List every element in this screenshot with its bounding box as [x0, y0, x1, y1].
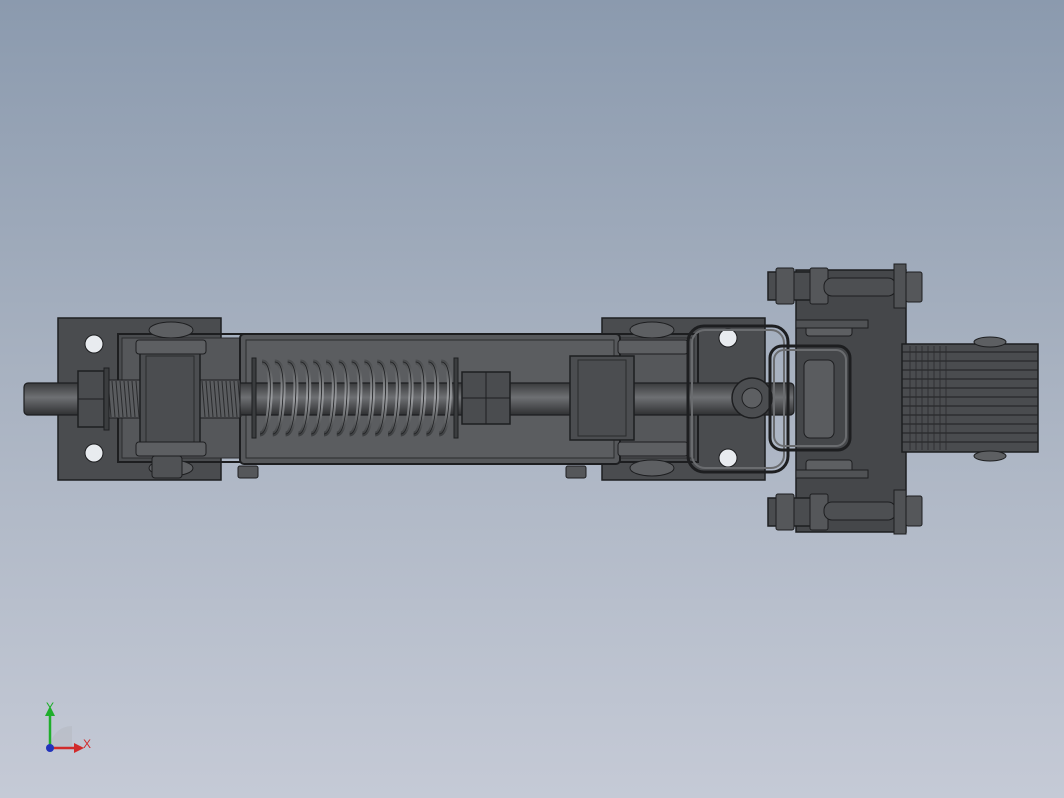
triad-x-label: X — [83, 737, 91, 751]
cad-viewport[interactable]: Y X — [0, 0, 1064, 798]
spring-hex-nuts — [461, 371, 511, 425]
triad-y-label: Y — [46, 700, 54, 714]
bottom-set-screws — [237, 465, 587, 479]
left-hex-nut — [77, 367, 110, 431]
laminated-clamp-arm — [901, 336, 1039, 462]
toggle-clamp-assembly-model[interactable]: Y X — [0, 0, 1064, 798]
coordinate-triad: Y X — [45, 700, 91, 753]
left-guide-block — [135, 321, 207, 479]
